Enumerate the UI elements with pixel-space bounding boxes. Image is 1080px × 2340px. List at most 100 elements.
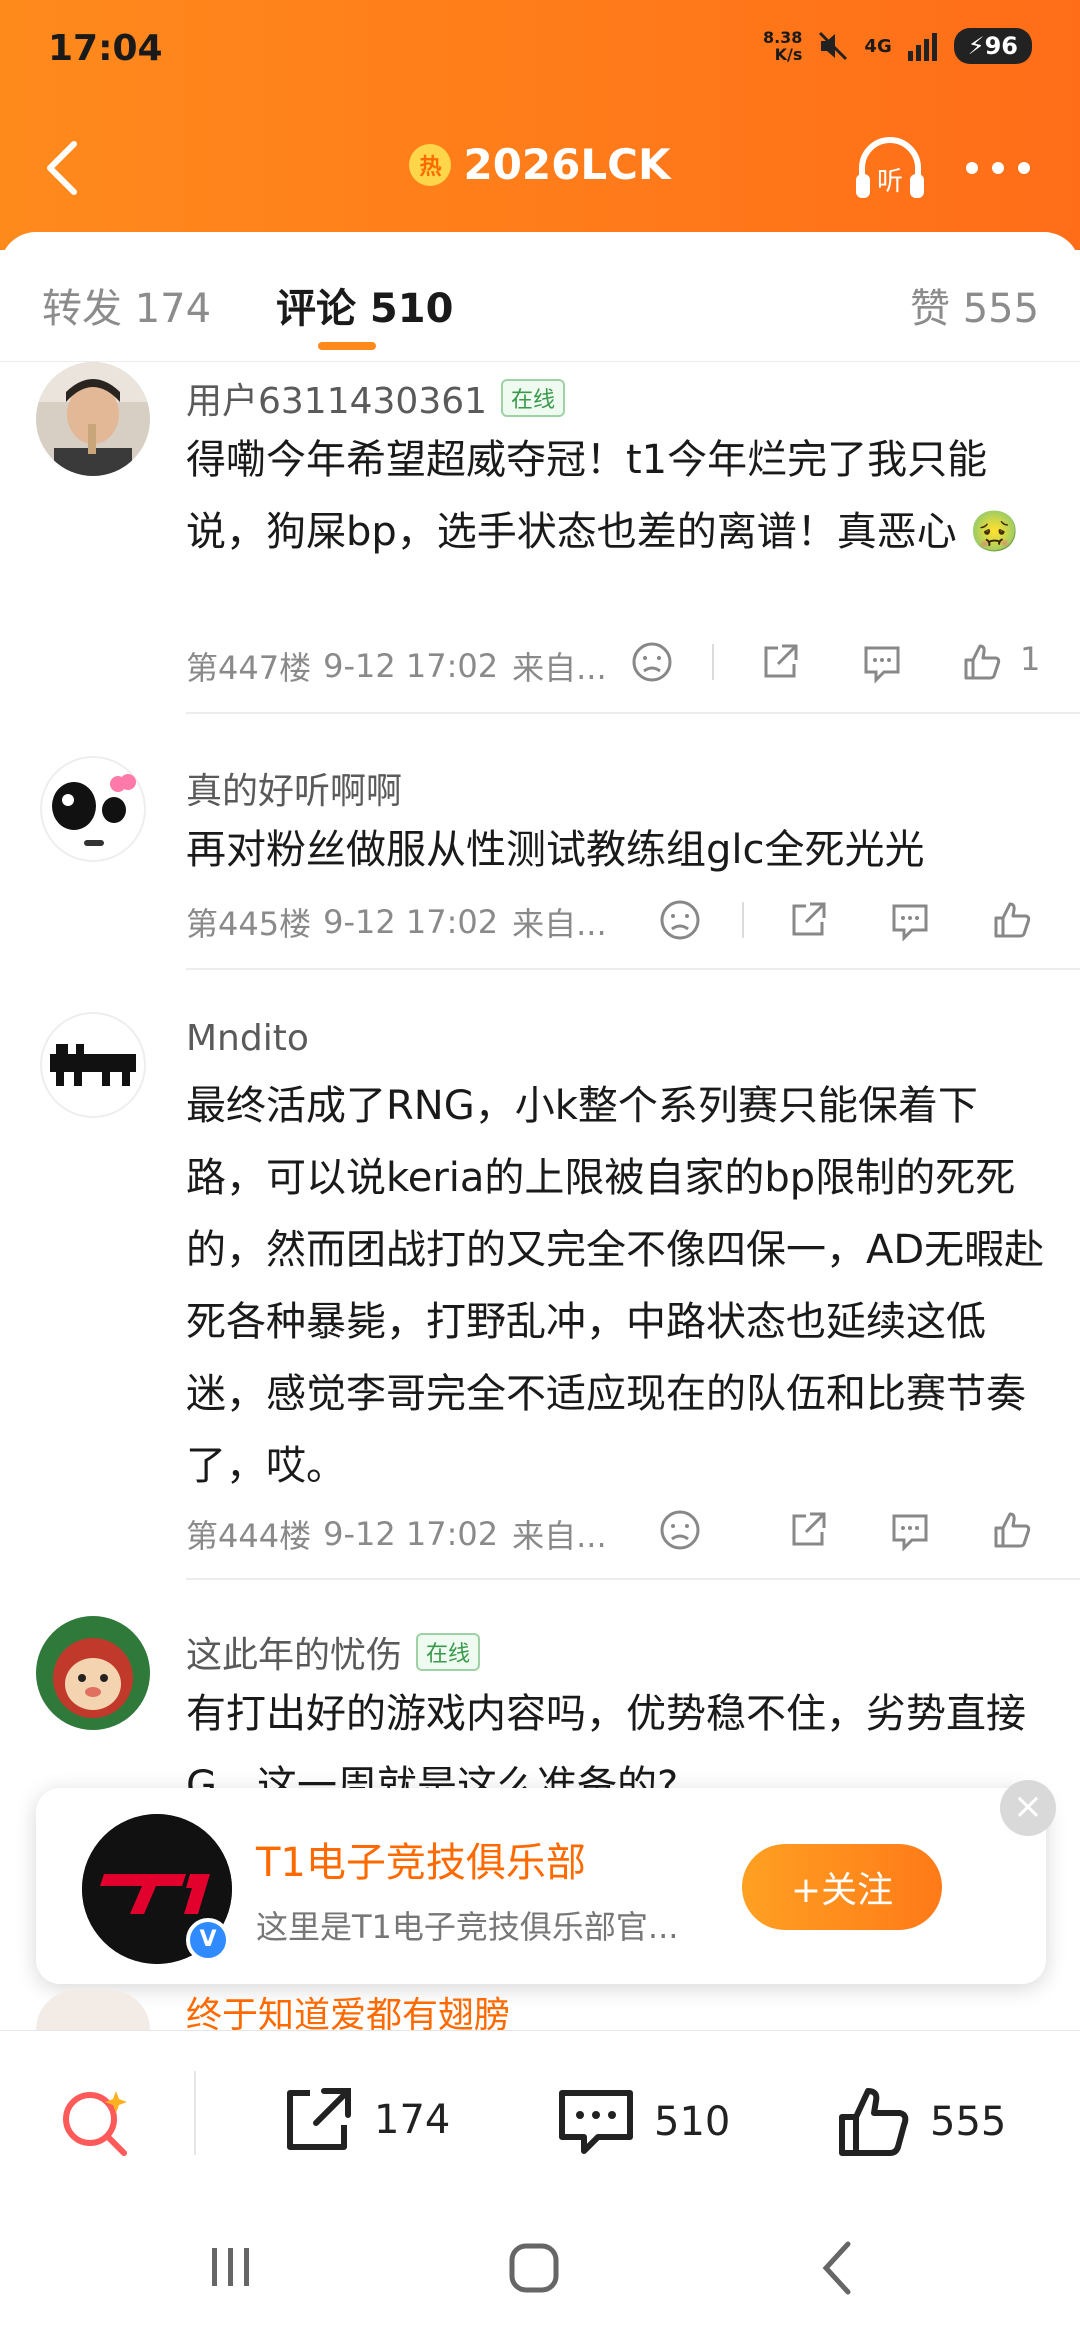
follow-account-name[interactable]: T1电子竞技俱乐部 xyxy=(256,1830,586,1888)
avatar[interactable] xyxy=(36,752,150,866)
divider xyxy=(186,968,1080,970)
avatar[interactable] xyxy=(36,362,150,476)
tab-repost[interactable]: 转发 174 xyxy=(42,276,211,334)
battery-indicator: ⚡96 xyxy=(953,28,1032,64)
app-header: 17:04 8.38 K/s 4G ⚡96 热 2026LCK 听 xyxy=(0,0,1080,250)
more-dot xyxy=(966,162,978,174)
divider xyxy=(186,712,1080,714)
more-dot xyxy=(992,162,1004,174)
thumbs-up-icon[interactable] xyxy=(990,1508,1034,1552)
dislike-face-icon[interactable] xyxy=(658,1508,702,1552)
comment-count: 510 xyxy=(654,2099,731,2145)
comment-author-row: Mndito xyxy=(186,1018,309,1059)
online-badge: 在线 xyxy=(501,379,566,417)
nav-bar: 热 2026LCK 听 xyxy=(0,110,1080,210)
page-title[interactable]: 热 2026LCK xyxy=(409,140,671,189)
like-button[interactable]: 555 xyxy=(836,2085,1006,2159)
comment-username[interactable]: 用户6311430361 xyxy=(186,372,487,424)
repost-icon xyxy=(287,2088,351,2150)
recent-apps-icon[interactable] xyxy=(206,2242,256,2292)
status-bar: 17:04 8.38 K/s 4G ⚡96 xyxy=(48,22,1032,74)
more-options-icon[interactable] xyxy=(966,162,1030,174)
avatar[interactable] xyxy=(36,1616,150,1730)
comment-text: 得嘞今年希望超威夺冠！t1今年烂完了我只能说，狗屎bp，选手状态也差的离谱！真恶… xyxy=(186,424,1046,568)
comment-author-row: 用户6311430361 在线 xyxy=(186,372,566,424)
page-title-text: 2026LCK xyxy=(463,140,671,189)
dislike-face-icon[interactable] xyxy=(630,640,674,684)
like-count: 1 xyxy=(1020,640,1041,678)
comment-source: 来自... xyxy=(512,1517,607,1555)
online-badge: 在线 xyxy=(416,1633,481,1671)
reply-icon[interactable] xyxy=(888,1508,932,1552)
dislike-face-icon[interactable] xyxy=(658,898,702,942)
repost-count: 174 xyxy=(374,2097,451,2143)
floor-number: 第447楼 xyxy=(186,649,312,687)
floor-number: 第444楼 xyxy=(186,1517,312,1555)
follow-button[interactable]: +关注 xyxy=(742,1844,942,1930)
thumbs-up-icon[interactable] xyxy=(990,898,1034,942)
share-icon[interactable] xyxy=(786,898,830,942)
verified-badge-icon: V xyxy=(186,1918,230,1962)
tab-comments[interactable]: 评论 510 xyxy=(276,276,453,334)
signal-icon xyxy=(907,33,937,61)
network-type: 4G xyxy=(864,35,892,57)
search-icon[interactable] xyxy=(56,2083,136,2163)
follow-account-desc: 这里是T1电子竞技俱乐部官... xyxy=(256,1908,679,1946)
comment-button[interactable]: 510 xyxy=(556,2085,730,2159)
avatar-image xyxy=(40,756,146,862)
comment-text: 最终活成了RNG，小k整个系列赛只能保着下路，可以说keria的上限被自家的bp… xyxy=(186,1083,1045,1489)
home-icon[interactable] xyxy=(508,2242,560,2294)
avatar-image xyxy=(40,1012,146,1118)
back-icon[interactable] xyxy=(818,2240,854,2296)
avatar[interactable] xyxy=(36,1008,150,1122)
more-dot xyxy=(1018,162,1030,174)
repost-button[interactable]: 174 xyxy=(280,2085,450,2155)
comment-meta: 第447楼 9-12 17:02 来自... xyxy=(186,642,1056,690)
active-tab-indicator xyxy=(318,342,376,350)
share-icon[interactable] xyxy=(758,640,802,684)
listen-label: 听 xyxy=(877,167,903,197)
battery-level: 96 xyxy=(984,32,1018,60)
avatar-image xyxy=(36,362,150,476)
comment-username[interactable]: Mndito xyxy=(186,1018,309,1059)
status-time: 17:04 xyxy=(48,28,163,69)
mute-icon xyxy=(819,31,848,61)
net-speed-value: 8.38 xyxy=(762,28,803,47)
floor-number: 第445楼 xyxy=(186,905,312,943)
avatar-image xyxy=(36,1616,150,1730)
net-speed: 8.38 K/s xyxy=(763,29,802,63)
tab-bar: 转发 174 评论 510 赞 555 xyxy=(0,232,1080,362)
comment-source: 来自... xyxy=(512,649,607,687)
thumbs-up-icon xyxy=(839,2088,909,2156)
thumbs-up-icon[interactable] xyxy=(960,640,1004,684)
nauseated-emoji: 🤢 xyxy=(969,509,1020,555)
listen-headphones-icon[interactable]: 听 xyxy=(850,130,930,210)
system-nav-bar xyxy=(0,2200,1080,2340)
reply-icon[interactable] xyxy=(888,898,932,942)
comment-text: 再对粉丝做服从性测试教练组glc全死光光 xyxy=(186,827,925,873)
close-icon[interactable]: × xyxy=(1000,1780,1056,1836)
meta-separator xyxy=(712,644,714,680)
comment-time: 9-12 17:02 xyxy=(323,647,499,685)
bottom-action-bar: 174 510 555 xyxy=(0,2030,1080,2200)
hot-badge-icon: 热 xyxy=(409,143,452,186)
divider xyxy=(186,1578,1080,1580)
reply-icon[interactable] xyxy=(860,640,904,684)
share-icon[interactable] xyxy=(786,1508,830,1552)
comment-username[interactable]: 这此年的忧伤 xyxy=(186,1626,402,1678)
follow-suggestion-card: V T1电子竞技俱乐部 这里是T1电子竞技俱乐部官... +关注 × xyxy=(36,1780,1056,1984)
comment-body: 得嘞今年希望超威夺冠！t1今年烂完了我只能说，狗屎bp，选手状态也差的离谱！真恶… xyxy=(186,437,988,555)
comment-author-row: 真的好听啊啊 xyxy=(186,762,402,814)
comment-time: 9-12 17:02 xyxy=(323,903,499,941)
comment-source: 来自... xyxy=(512,905,607,943)
avatar[interactable] xyxy=(36,1990,150,2030)
net-speed-unit: K/s xyxy=(774,45,803,64)
tab-likes[interactable]: 赞 555 xyxy=(910,276,1039,334)
like-count: 555 xyxy=(930,2099,1007,2145)
comment-icon xyxy=(559,2090,633,2154)
comment-username[interactable]: 真的好听啊啊 xyxy=(186,762,402,814)
comment-time: 9-12 17:02 xyxy=(323,1515,499,1553)
meta-separator xyxy=(742,902,744,938)
bottom-separator xyxy=(194,2071,196,2155)
comment-author-row: 这此年的忧伤 在线 xyxy=(186,1626,481,1678)
